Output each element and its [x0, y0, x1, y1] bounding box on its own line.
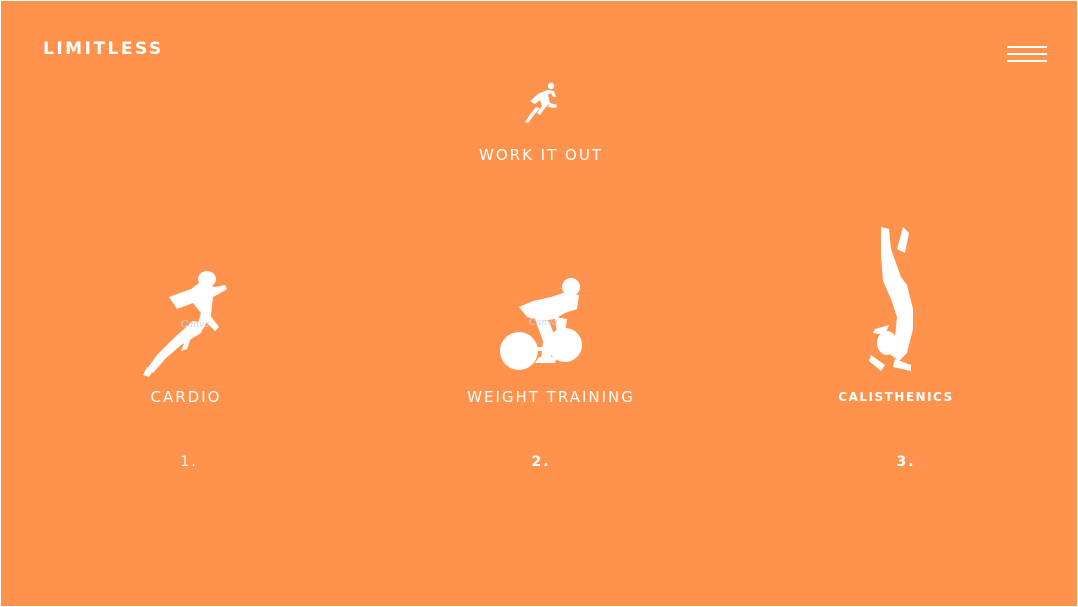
- hamburger-menu-icon[interactable]: [1007, 44, 1047, 66]
- category-number: 2.: [531, 454, 551, 470]
- weightlifter-icon: Canva: [500, 278, 582, 370]
- category-label: CARDIO: [150, 388, 222, 406]
- category-label: CALISTHENICS: [838, 390, 954, 404]
- workout-page: LIMITLESS WORK IT OUT Canva CARDIO 1. Ca…: [1, 1, 1077, 606]
- running-woman-icon: Canva: [143, 271, 227, 377]
- canva-watermark: Canva: [529, 318, 558, 328]
- hero-title: WORK IT OUT: [479, 146, 603, 164]
- brand-logo[interactable]: LIMITLESS: [43, 39, 164, 59]
- category-label: WEIGHT TRAINING: [467, 388, 635, 406]
- category-number: 3.: [896, 454, 916, 470]
- category-number: 1.: [180, 454, 198, 470]
- runner-icon: [525, 82, 557, 123]
- canva-watermark: Canva: [181, 320, 210, 330]
- handstand-icon: [869, 227, 913, 371]
